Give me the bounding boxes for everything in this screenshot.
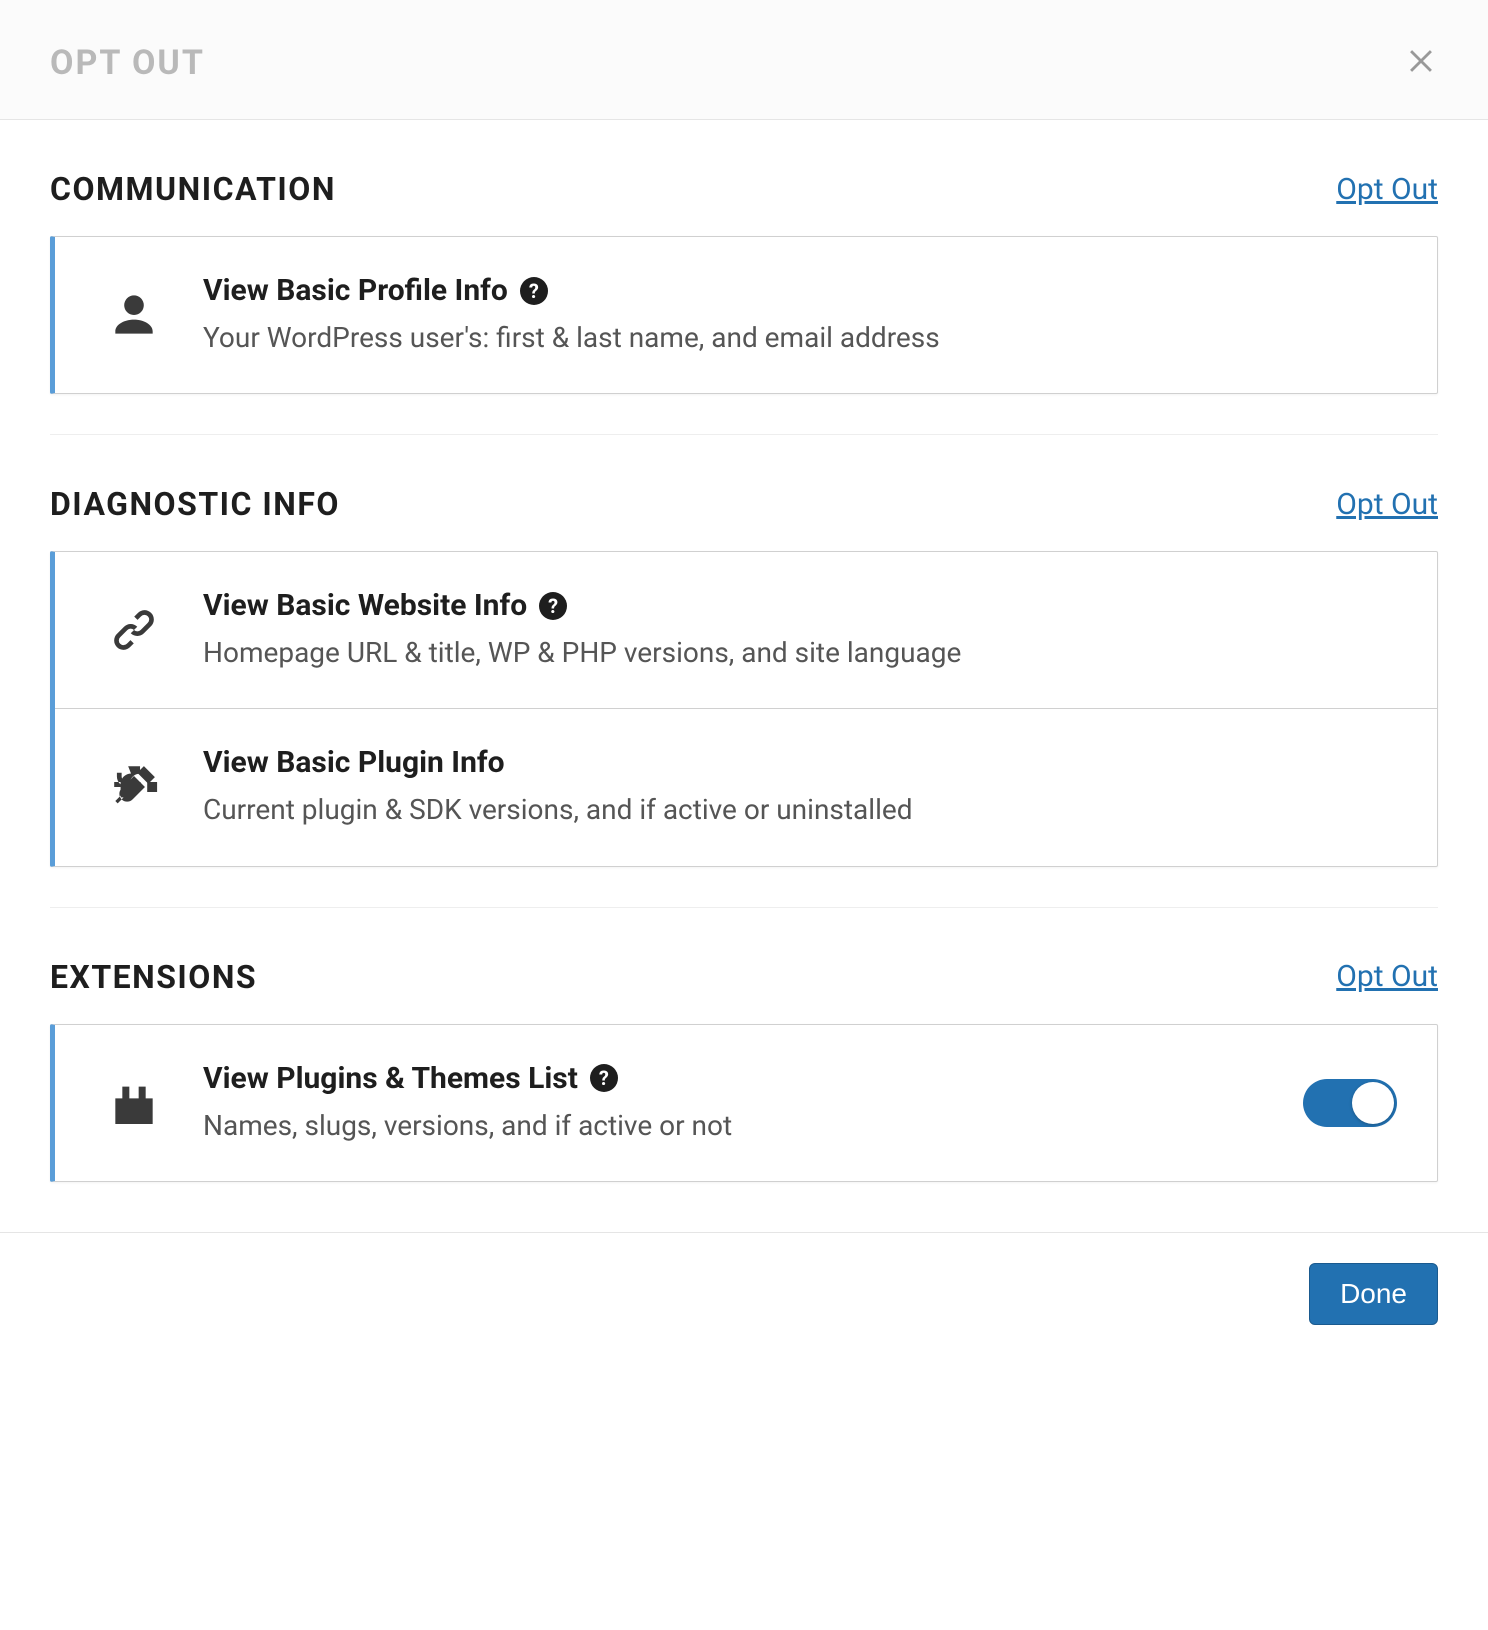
close-icon[interactable] — [1404, 42, 1438, 83]
modal-header: OPT OUT — [0, 0, 1488, 120]
modal-body: COMMUNICATION Opt Out View Basic Profile… — [0, 120, 1488, 1232]
card-title-text: View Plugins & Themes List — [203, 1061, 578, 1096]
card-desc: Your WordPress user's: first & last name… — [203, 318, 1397, 357]
card-title-text: View Basic Website Info — [203, 588, 527, 623]
opt-out-modal: OPT OUT COMMUNICATION Opt Out View Basic… — [0, 0, 1488, 1355]
opt-out-link-extensions[interactable]: Opt Out — [1336, 959, 1438, 994]
card-title: View Basic Website Info ? — [203, 588, 1397, 623]
card-title: View Plugins & Themes List ? — [203, 1061, 1263, 1096]
section-diagnostic: DIAGNOSTIC INFO Opt Out View Basic Websi… — [50, 434, 1438, 866]
section-header: COMMUNICATION Opt Out — [50, 170, 1438, 208]
card-content: View Basic Plugin Info Current plugin & … — [203, 745, 1397, 829]
card-website-info: View Basic Website Info ? Homepage URL &… — [55, 552, 1437, 708]
card-title-text: View Basic Profile Info — [203, 273, 508, 308]
section-extensions: EXTENSIONS Opt Out View Plugins & Themes… — [50, 907, 1438, 1182]
help-icon[interactable]: ? — [539, 592, 567, 620]
card-content: View Basic Website Info ? Homepage URL &… — [203, 588, 1397, 672]
card-group: View Basic Website Info ? Homepage URL &… — [50, 551, 1438, 866]
opt-out-link-communication[interactable]: Opt Out — [1336, 172, 1438, 207]
card-title: View Basic Plugin Info — [203, 745, 1397, 780]
link-icon — [105, 601, 163, 659]
card-desc: Current plugin & SDK versions, and if ac… — [203, 790, 1397, 829]
section-header: EXTENSIONS Opt Out — [50, 958, 1438, 996]
section-title: EXTENSIONS — [50, 958, 257, 996]
card-group: View Basic Profile Info ? Your WordPress… — [50, 236, 1438, 394]
card-plugin-info: View Basic Plugin Info Current plugin & … — [55, 708, 1437, 865]
plugins-icon — [105, 1074, 163, 1132]
modal-title: OPT OUT — [50, 43, 205, 83]
opt-out-link-diagnostic[interactable]: Opt Out — [1336, 487, 1438, 522]
card-group: View Plugins & Themes List ? Names, slug… — [50, 1024, 1438, 1182]
card-desc: Homepage URL & title, WP & PHP versions,… — [203, 633, 1397, 672]
section-title: DIAGNOSTIC INFO — [50, 485, 340, 523]
section-communication: COMMUNICATION Opt Out View Basic Profile… — [50, 120, 1438, 394]
toggle-plugins-themes[interactable] — [1303, 1079, 1397, 1127]
done-button[interactable]: Done — [1309, 1263, 1438, 1325]
card-plugins-themes: View Plugins & Themes List ? Names, slug… — [55, 1025, 1437, 1181]
card-title-text: View Basic Plugin Info — [203, 745, 505, 780]
card-desc: Names, slugs, versions, and if active or… — [203, 1106, 1263, 1145]
help-icon[interactable]: ? — [590, 1064, 618, 1092]
section-title: COMMUNICATION — [50, 170, 336, 208]
card-profile-info: View Basic Profile Info ? Your WordPress… — [55, 237, 1437, 393]
user-icon — [105, 286, 163, 344]
section-header: DIAGNOSTIC INFO Opt Out — [50, 485, 1438, 523]
plug-icon — [105, 758, 163, 816]
card-content: View Plugins & Themes List ? Names, slug… — [203, 1061, 1263, 1145]
card-content: View Basic Profile Info ? Your WordPress… — [203, 273, 1397, 357]
help-icon[interactable]: ? — [520, 277, 548, 305]
modal-footer: Done — [0, 1232, 1488, 1355]
card-title: View Basic Profile Info ? — [203, 273, 1397, 308]
